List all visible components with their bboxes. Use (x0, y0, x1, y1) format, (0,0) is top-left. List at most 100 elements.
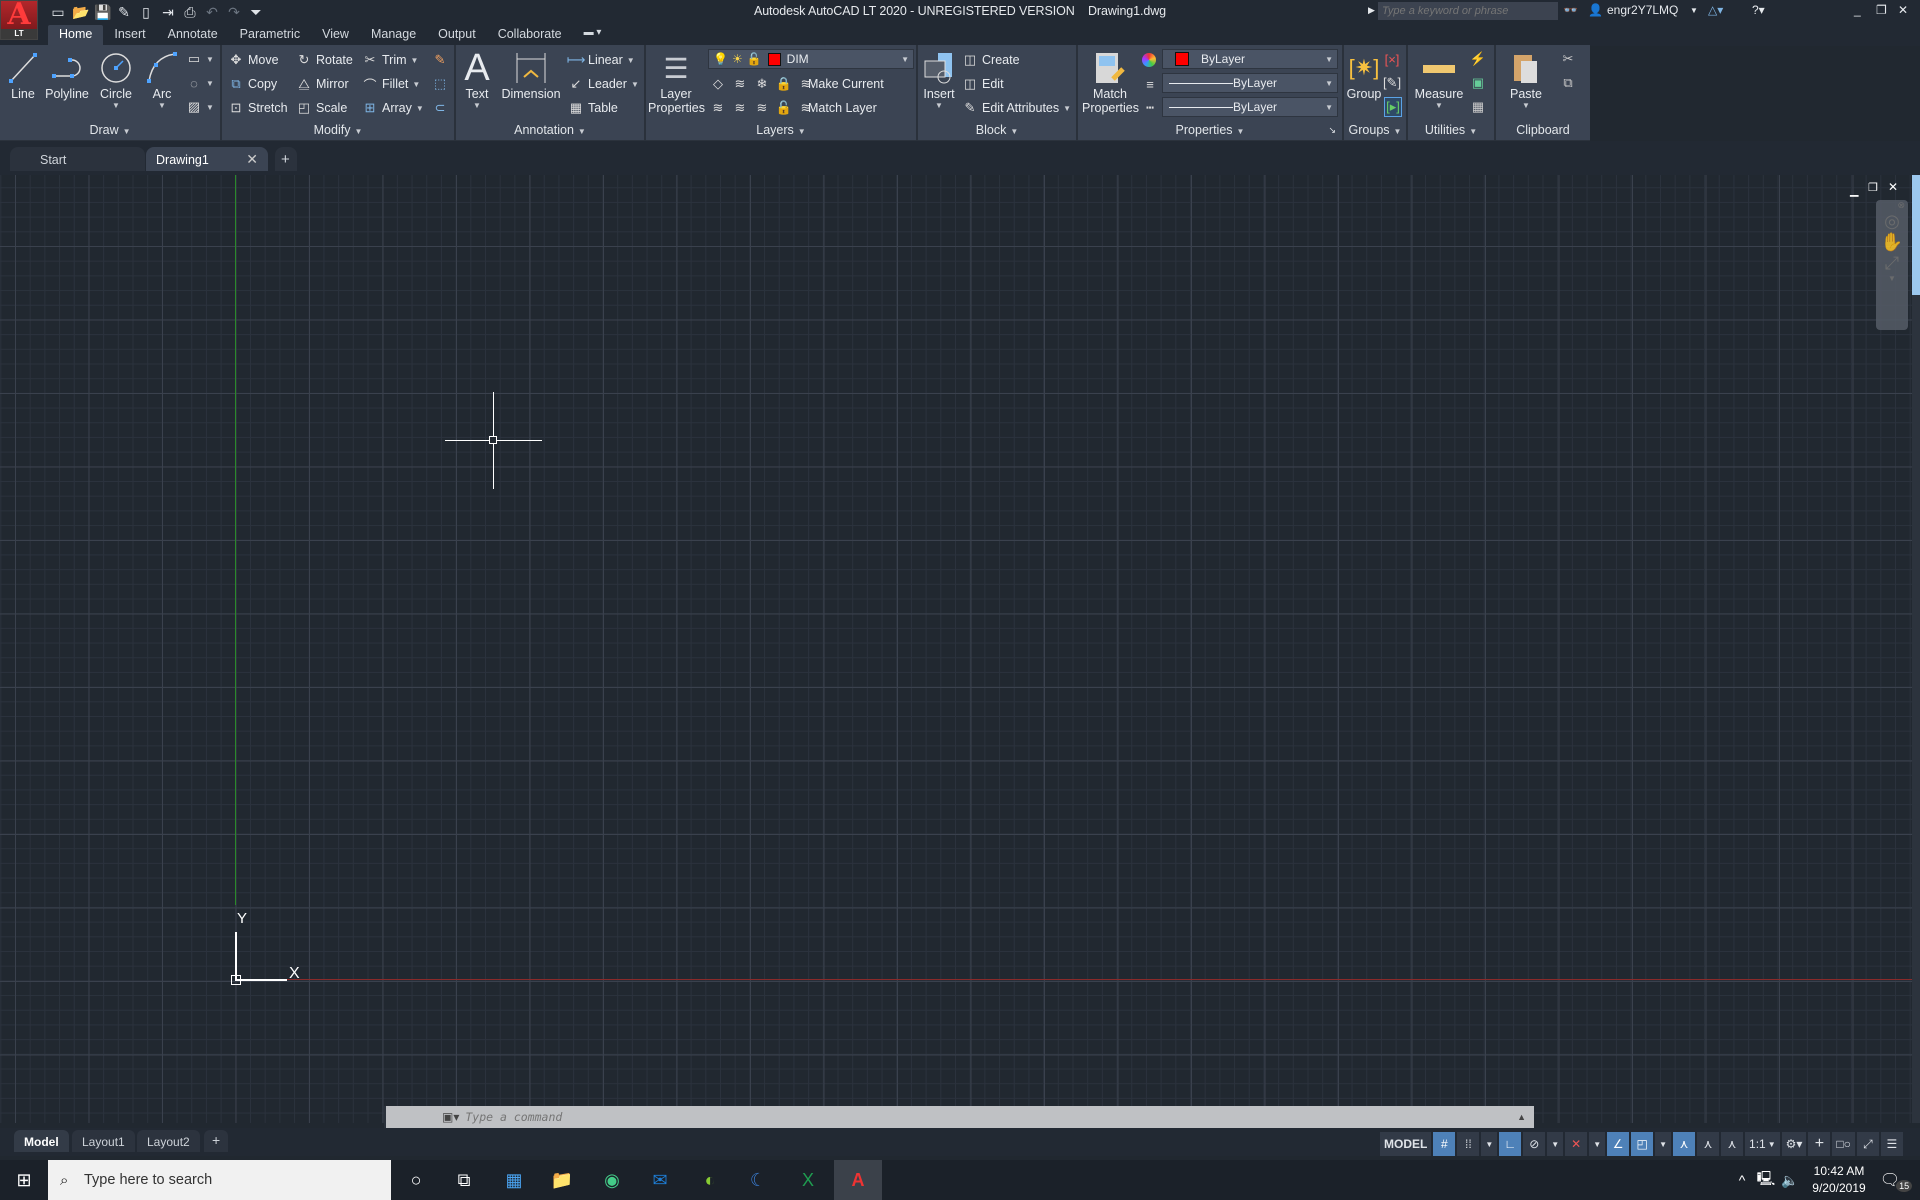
tab-annotate[interactable]: Annotate (157, 25, 229, 45)
edit-block-button[interactable]: ◫ Edit (962, 74, 1004, 94)
calculator-button[interactable]: ▦ (1470, 97, 1486, 117)
quick-select-button[interactable]: ⚡ (1470, 49, 1486, 69)
doc-tab-start[interactable]: Start (10, 147, 145, 171)
tab-collaborate[interactable]: Collaborate (487, 25, 573, 45)
zoom-extents-icon[interactable]: ⤢ (1876, 253, 1908, 274)
binoculars-icon[interactable]: 👓 (1563, 3, 1578, 17)
command-prompt-icon[interactable]: ▣▾ (442, 1110, 459, 1124)
line-button[interactable]: Line (6, 49, 40, 101)
scale-button[interactable]: ◰ Scale (296, 98, 347, 118)
clean-screen-icon[interactable]: ⤢ (1856, 1132, 1879, 1156)
action-center-icon[interactable]: 🗨 15 (1874, 1160, 1918, 1200)
help-icon[interactable]: ?▾ (1752, 3, 1765, 17)
make-current-button[interactable]: Make Current (808, 74, 884, 94)
layout-tab-layout2[interactable]: Layout2 (137, 1130, 200, 1152)
array-button[interactable]: ⊞ Array ▼ (362, 98, 424, 118)
properties-panel-title[interactable]: Properties ▼ ↘ (1078, 121, 1342, 139)
create-block-button[interactable]: ◫ Create (962, 50, 1020, 70)
tab-parametric[interactable]: Parametric (229, 25, 311, 45)
layer-unlock-all-icon[interactable]: 🔓 (776, 100, 792, 116)
select-all-button[interactable]: ▣ (1470, 73, 1486, 93)
taskbar-search-box[interactable]: ⌕ Type here to search (48, 1160, 391, 1200)
properties-dialog-launcher-icon[interactable]: ↘ (1328, 121, 1336, 139)
model-space-button[interactable]: MODEL (1380, 1132, 1432, 1156)
system-clock[interactable]: 10:42 AM 9/20/2019 (1806, 1163, 1872, 1197)
block-panel-title[interactable]: Block ▼ (918, 121, 1076, 139)
text-button[interactable]: A Text ▼ (460, 47, 494, 111)
tab-home[interactable]: Home (48, 25, 104, 45)
help-search-input[interactable] (1378, 2, 1558, 20)
polar-dropdown-icon[interactable]: ▼ (1547, 1132, 1564, 1156)
layer-dropdown[interactable]: 💡 ☀ 🔓 DIM ▼ (708, 49, 914, 69)
tab-output[interactable]: Output (427, 25, 487, 45)
annotation-panel-title[interactable]: Annotation ▼ (456, 121, 644, 139)
pan-icon[interactable]: ✋ (1876, 232, 1908, 253)
layout-tab-layout1[interactable]: Layout1 (72, 1130, 135, 1152)
copy-clip-button[interactable]: ⧉ (1560, 73, 1576, 93)
viewport-close-icon[interactable]: ✕ (1888, 180, 1898, 194)
navbar-close-icon[interactable]: ⊗ (1876, 200, 1908, 211)
paste-button[interactable]: Paste ▼ (1506, 49, 1546, 110)
measure-button[interactable]: Measure ▼ (1414, 49, 1464, 110)
restore-window-icon[interactable]: ❐ (1876, 3, 1887, 17)
taskbar-app-control-panel-icon[interactable]: ▦ (490, 1160, 538, 1200)
edit-attributes-button[interactable]: ✎ Edit Attributes ▼ (962, 98, 1072, 118)
object-snap-toggle[interactable]: ◰ (1631, 1132, 1654, 1156)
new-tab-button[interactable]: + (275, 147, 297, 171)
show-hidden-icons-icon[interactable]: ^ (1730, 1160, 1754, 1200)
erase-button[interactable]: ✎ (432, 50, 448, 70)
ellipse-button[interactable]: ◌ ▼ (186, 73, 214, 93)
insert-button[interactable]: Insert ▼ (922, 49, 956, 110)
groups-panel-title[interactable]: Groups ▼ (1344, 121, 1406, 139)
navbar-more-icon[interactable]: ▼ (1876, 274, 1908, 283)
modify-panel-title[interactable]: Modify ▼ (222, 121, 454, 139)
steering-wheel-icon[interactable]: ◎ (1876, 211, 1908, 232)
circle-button[interactable]: Circle ▼ (96, 49, 136, 110)
file-explorer-icon[interactable]: 📁 (538, 1160, 586, 1200)
annotation-visibility-toggle[interactable]: ⋏ (1673, 1132, 1696, 1156)
arc-button[interactable]: Arc ▼ (144, 49, 180, 110)
volume-icon[interactable]: 🔈 (1778, 1160, 1802, 1200)
network-icon[interactable]: 🖳 (1754, 1160, 1778, 1200)
polyline-button[interactable]: Polyline (44, 49, 90, 101)
offset-button[interactable]: ⊂ (432, 98, 448, 118)
group-button[interactable]: [✷] Group (1346, 49, 1382, 101)
layer-on-all-icon[interactable]: ≋ (710, 100, 726, 116)
cut-button[interactable]: ✂ (1560, 49, 1576, 69)
lineweight-dropdown[interactable]: ByLayer ▼ (1162, 73, 1338, 93)
tab-manage[interactable]: Manage (360, 25, 427, 45)
user-dropdown-icon[interactable]: ▼ (1690, 6, 1698, 15)
snap-dropdown-icon[interactable]: ▼ (1481, 1132, 1498, 1156)
object-snap-tracking-toggle[interactable]: ∠ (1607, 1132, 1630, 1156)
close-window-icon[interactable]: ✕ (1898, 3, 1908, 17)
layers-panel-title[interactable]: Layers ▼ (646, 121, 916, 139)
layer-properties-button[interactable]: ☰ Layer Properties (648, 49, 705, 116)
excel-icon[interactable]: X (784, 1160, 832, 1200)
rectangle-button[interactable]: ▭ ▼ (186, 49, 214, 69)
move-button[interactable]: ✥ Move (228, 50, 279, 70)
autocad-taskbar-icon[interactable]: A (834, 1160, 882, 1200)
viewport-restore-icon[interactable]: ❐ (1868, 181, 1878, 194)
taskbar-app-green-icon[interactable]: ◐ (686, 1160, 734, 1200)
isodraft-dropdown-icon[interactable]: ▼ (1589, 1132, 1606, 1156)
snap-toggle[interactable]: ⁞⁞ (1457, 1132, 1480, 1156)
tab-insert[interactable]: Insert (103, 25, 156, 45)
stretch-button[interactable]: ⊡ Stretch (228, 98, 288, 118)
task-view-icon[interactable]: ⧉ (440, 1160, 488, 1200)
table-button[interactable]: ▦ Table (568, 98, 618, 118)
mirror-button[interactable]: ⧋ Mirror (296, 74, 348, 94)
outlook-icon[interactable]: ✉ (636, 1160, 684, 1200)
ortho-toggle[interactable]: ∟ (1499, 1132, 1522, 1156)
layer-lock-icon[interactable]: 🔒 (776, 76, 792, 92)
viewport-minimize-icon[interactable]: ▁ (1850, 184, 1858, 197)
rotate-button[interactable]: ↻ Rotate (296, 50, 353, 70)
osnap-dropdown-icon[interactable]: ▼ (1655, 1132, 1672, 1156)
chrome-icon[interactable]: ◉ (588, 1160, 636, 1200)
windows-start-icon[interactable]: ⊞ (0, 1160, 48, 1200)
draw-panel-title[interactable]: Draw ▼ (0, 121, 220, 139)
annotation-monitor-icon[interactable]: + (1808, 1132, 1831, 1156)
user-name[interactable]: engr2Y7LMQ (1607, 3, 1678, 17)
color-dropdown[interactable]: ByLayer ▼ (1162, 49, 1338, 69)
layer-freeze-icon[interactable]: ❄ (754, 76, 770, 92)
auto-scale-toggle[interactable]: ⋏ (1697, 1132, 1720, 1156)
